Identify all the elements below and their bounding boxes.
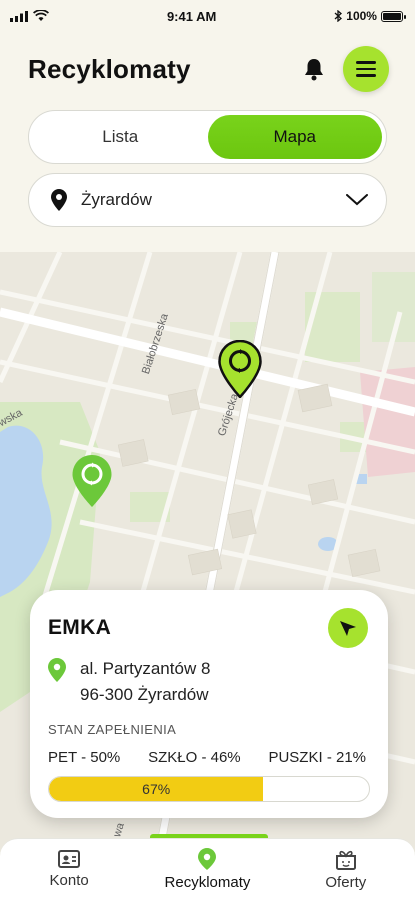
tab-oferty-label: Oferty	[325, 874, 367, 891]
tab-konto-label: Konto	[49, 872, 89, 889]
account-card-icon	[58, 850, 81, 868]
status-right: 100%	[334, 9, 406, 23]
machine-info-card[interactable]: EMKA al. Partyzantów 8 96-300 Żyrardów S…	[30, 590, 388, 818]
navigate-button[interactable]	[328, 608, 368, 648]
fill-value-szklo: SZKŁO - 46%	[148, 749, 241, 766]
bell-icon[interactable]	[303, 57, 325, 81]
fill-progress-bar: 67%	[48, 776, 370, 802]
tab-recyklomaty[interactable]: Recyklomaty	[147, 848, 267, 891]
machine-name: EMKA	[48, 616, 112, 639]
bluetooth-icon	[334, 10, 343, 22]
recycling-machine-marker-2[interactable]	[71, 454, 113, 508]
battery-icon	[380, 10, 406, 22]
view-toggle: Lista Mapa	[28, 110, 387, 164]
fill-status-label: STAN ZAPEŁNIENIA	[48, 722, 177, 737]
fill-progress-fill: 67%	[49, 777, 264, 801]
header-actions	[303, 46, 389, 92]
bottom-tab-bar: Konto Recyklomaty Oferty	[0, 838, 415, 900]
address-line-2: 96-300 Żyrardów	[80, 685, 209, 704]
address-lines: al. Partyzantów 8 96-300 Żyrardów	[80, 656, 210, 708]
gift-icon	[335, 850, 356, 870]
menu-line	[356, 61, 376, 64]
tab-oferty[interactable]: Oferty	[286, 848, 406, 891]
menu-line	[356, 74, 376, 77]
fill-values: PET - 50% SZKŁO - 46% PUSZKI - 21%	[48, 749, 370, 766]
status-bar: 9:41 AM 100%	[0, 0, 415, 32]
fill-progress-label: 67%	[142, 781, 171, 797]
wifi-icon	[33, 10, 49, 21]
location-pin-icon	[198, 848, 217, 870]
tab-konto[interactable]: Konto	[9, 850, 129, 889]
page-title: Recyklomaty	[28, 53, 191, 84]
navigation-arrow-icon	[340, 621, 356, 636]
status-left	[10, 10, 49, 22]
signal-icon	[10, 10, 28, 22]
city-select[interactable]: Żyrardów	[28, 173, 387, 227]
fill-value-pet: PET - 50%	[48, 749, 121, 766]
map-marker-icon	[218, 339, 262, 399]
tab-lista[interactable]: Lista	[33, 115, 208, 159]
chevron-down-icon	[346, 194, 368, 206]
menu-button[interactable]	[343, 46, 389, 92]
fill-value-puszki: PUSZKI - 21%	[268, 749, 366, 766]
machine-address: al. Partyzantów 8 96-300 Żyrardów	[48, 656, 370, 708]
location-pin-icon	[51, 189, 67, 211]
location-pin-icon	[48, 658, 66, 682]
recycling-machine-marker-1[interactable]	[218, 339, 262, 399]
tab-mapa[interactable]: Mapa	[207, 115, 382, 159]
menu-line	[356, 67, 376, 71]
map-marker-icon	[72, 455, 112, 507]
city-select-value: Żyrardów	[81, 190, 152, 209]
status-time: 9:41 AM	[166, 8, 217, 24]
battery-percent: 100%	[346, 9, 377, 23]
header: Recyklomaty	[28, 46, 389, 92]
address-line-1: al. Partyzantów 8	[80, 659, 211, 678]
tab-recyklomaty-label: Recyklomaty	[164, 874, 251, 891]
